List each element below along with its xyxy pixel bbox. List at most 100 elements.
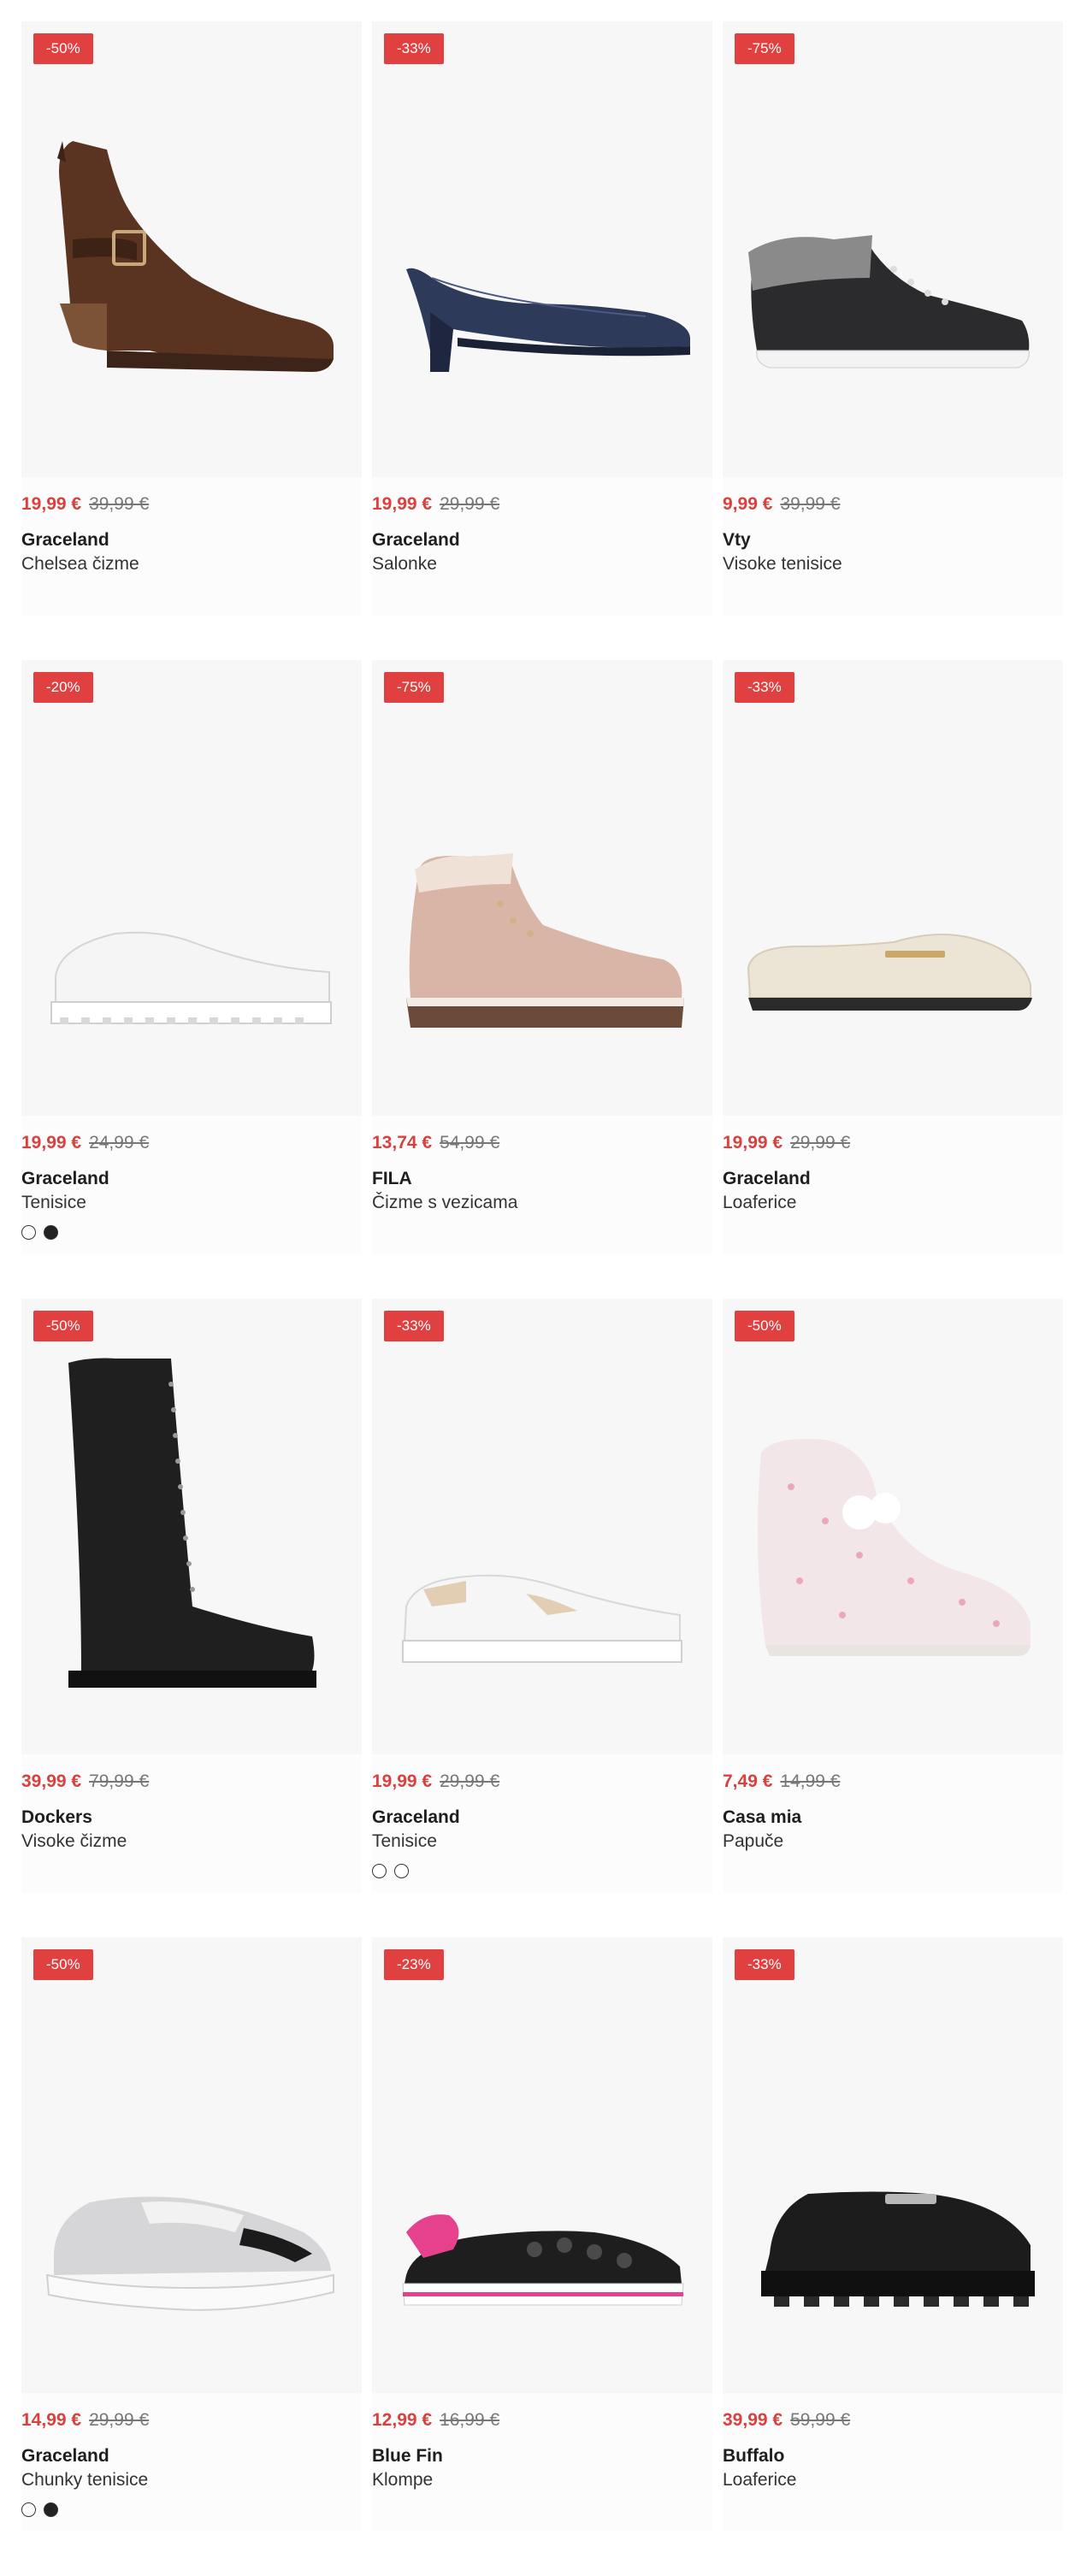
color-swatches (372, 1864, 712, 1878)
color-swatches (21, 1225, 362, 1240)
discount-badge: -75% (384, 672, 444, 703)
sale-price: 19,99 € (21, 1133, 82, 1152)
product-image[interactable]: -33% (723, 1937, 1063, 2393)
brand-name: Dockers (21, 1807, 92, 1827)
original-price: 29,99 € (440, 494, 500, 514)
color-swatch-white[interactable] (21, 1225, 36, 1240)
product-image[interactable]: -50% (723, 1299, 1063, 1754)
product-image[interactable]: -50% (21, 1937, 362, 2393)
discount-badge: -20% (33, 672, 93, 703)
product-category: Salonke (372, 554, 437, 574)
discount-badge: -33% (384, 33, 444, 64)
product-image[interactable]: -23% (372, 1937, 712, 2393)
brand-name: Graceland (21, 1169, 109, 1188)
color-swatch-white[interactable] (21, 2502, 36, 2517)
discount-badge: -33% (735, 672, 794, 703)
product-image[interactable]: -20% (21, 660, 362, 1116)
brand-name: Vty (723, 530, 751, 550)
product-card[interactable]: -33% 39,99 € 59,99 € Buffalo Loaferice (723, 1937, 1063, 2532)
product-category: Tenisice (21, 1193, 86, 1212)
product-card[interactable]: -20% 19,99 € 24,99 € Graceland Tenisice (21, 660, 362, 1254)
navy-pump-icon (406, 268, 690, 372)
product-category: Visoke čizme (21, 1831, 127, 1851)
price-row: 9,99 € 39,99 € (723, 492, 1063, 516)
brand-name: Graceland (723, 1169, 811, 1188)
sale-price: 19,99 € (723, 1133, 783, 1152)
sale-price: 39,99 € (21, 1771, 82, 1791)
sale-price: 12,99 € (372, 2410, 433, 2430)
product-grid: -50% 19,99 € 39,99 € Graceland Chelsea č… (21, 21, 1063, 2576)
product-card[interactable]: -23% 12,99 € 16,99 € Blue Fin Klompe (372, 1937, 712, 2532)
black-high-sneaker-icon (748, 235, 1030, 368)
product-card[interactable]: -75% 9,99 € 39,99 € Vty Visoke tenisice (723, 21, 1063, 616)
color-swatch-black[interactable] (44, 2502, 58, 2517)
black-tall-boot-icon (68, 1358, 316, 1688)
white-platform-sneaker-icon (50, 931, 332, 1024)
original-price: 16,99 € (440, 2410, 500, 2430)
product-image[interactable]: -75% (372, 660, 712, 1116)
product-category: Papuče (723, 1831, 784, 1851)
product-image[interactable]: -33% (372, 21, 712, 477)
cream-loafer-icon (747, 934, 1032, 1011)
brand-name: Graceland (372, 1807, 460, 1827)
color-swatch-white[interactable] (372, 1864, 387, 1878)
product-category: Chelsea čizme (21, 554, 139, 574)
price-row: 39,99 € 59,99 € (723, 2408, 1063, 2432)
sale-price: 7,49 € (723, 1771, 773, 1791)
original-price: 29,99 € (89, 2410, 150, 2430)
sale-price: 19,99 € (372, 1771, 433, 1791)
discount-badge: -50% (33, 1949, 93, 1980)
original-price: 29,99 € (790, 1133, 851, 1152)
original-price: 54,99 € (440, 1133, 500, 1152)
sale-price: 19,99 € (21, 494, 82, 514)
price-row: 19,99 € 29,99 € (372, 1770, 712, 1794)
original-price: 39,99 € (89, 494, 150, 514)
original-price: 59,99 € (790, 2410, 851, 2430)
color-swatches (21, 2502, 362, 2517)
price-row: 19,99 € 29,99 € (372, 492, 712, 516)
price-row: 7,49 € 14,99 € (723, 1770, 1063, 1794)
discount-badge: -33% (735, 1949, 794, 1980)
product-image[interactable]: -33% (723, 660, 1063, 1116)
product-card[interactable]: -50% 14,99 € 29,99 € Graceland Chunky te… (21, 1937, 362, 2532)
sale-price: 13,74 € (372, 1133, 433, 1152)
brand-name: Buffalo (723, 2446, 785, 2466)
brand-name: Graceland (372, 530, 460, 550)
white-beige-sneaker-icon (402, 1574, 682, 1663)
product-category: Klompe (372, 2470, 434, 2490)
product-card[interactable]: -50% 19,99 € 39,99 € Graceland Chelsea č… (21, 21, 362, 616)
product-category: Loaferice (723, 1193, 797, 1212)
product-image[interactable]: -75% (723, 21, 1063, 477)
original-price: 29,99 € (440, 1771, 500, 1791)
product-image[interactable]: -33% (372, 1299, 712, 1754)
product-category: Chunky tenisice (21, 2470, 149, 2490)
price-row: 12,99 € 16,99 € (372, 2408, 712, 2432)
brand-name: FILA (372, 1169, 412, 1188)
sale-price: 39,99 € (723, 2410, 783, 2430)
product-category: Loaferice (723, 2470, 797, 2490)
original-price: 79,99 € (89, 1771, 150, 1791)
brand-name: Casa mia (723, 1807, 802, 1827)
brand-name: Graceland (21, 530, 109, 550)
color-swatch-white-beige[interactable] (394, 1864, 409, 1878)
price-row: 19,99 € 29,99 € (723, 1131, 1063, 1155)
product-image[interactable]: -50% (21, 1299, 362, 1754)
brown-ankle-boot-icon (57, 141, 334, 372)
color-swatch-black[interactable] (44, 1225, 58, 1240)
product-card[interactable]: -75% 13,74 € 54,99 € FILA Čizme s vezica… (372, 660, 712, 1254)
product-card[interactable]: -50% 39,99 € 79,99 € Dockers Visoke čizm… (21, 1299, 362, 1893)
brand-name: Blue Fin (372, 2446, 443, 2466)
product-image[interactable]: -50% (21, 21, 362, 477)
product-card[interactable]: -50% 7,49 € 14,99 € Casa mia Papuče (723, 1299, 1063, 1893)
price-row: 19,99 € 24,99 € (21, 1131, 362, 1155)
discount-badge: -50% (735, 1311, 794, 1341)
sale-price: 9,99 € (723, 494, 773, 514)
black-chunky-loafer-icon (761, 2191, 1035, 2307)
product-card[interactable]: -33% 19,99 € 29,99 € Graceland Tenisice (372, 1299, 712, 1893)
discount-badge: -50% (33, 33, 93, 64)
product-card[interactable]: -33% 19,99 € 29,99 € Graceland Loaferice (723, 660, 1063, 1254)
silver-chunky-sneaker-icon (45, 2196, 334, 2311)
product-category: Visoke tenisice (723, 554, 842, 574)
black-clog-icon (402, 2214, 684, 2306)
product-card[interactable]: -33% 19,99 € 29,99 € Graceland Salonke (372, 21, 712, 616)
